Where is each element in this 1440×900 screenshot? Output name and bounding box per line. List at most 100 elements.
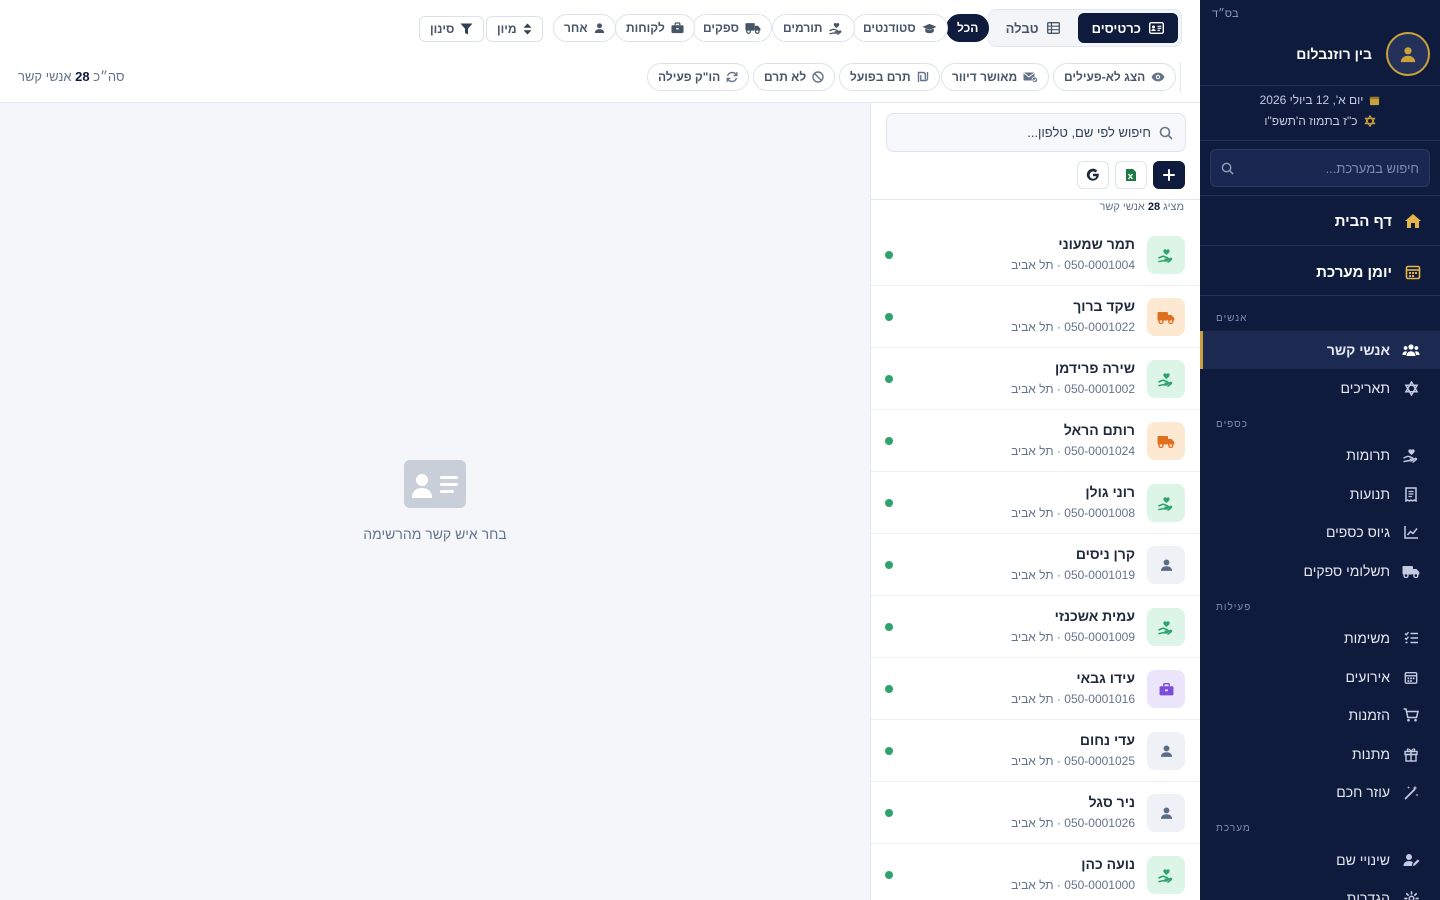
sidebar-item-contacts[interactable]: אנשי קשר (1200, 331, 1440, 369)
sidebar-top-label: בס״ד (1212, 8, 1239, 20)
sidebar-item-events[interactable]: אירועים (1200, 658, 1440, 696)
divider (1200, 295, 1440, 296)
plus-icon (1163, 169, 1175, 181)
chip-standing-order[interactable]: הו"ק פעילה (647, 63, 750, 91)
google-icon (1086, 168, 1099, 181)
receipt-icon (1402, 485, 1420, 503)
type-filter-suppliers[interactable]: ספקים (692, 14, 772, 42)
user-icon (1160, 559, 1172, 571)
sidebar-item-label: שינויי שם (1336, 852, 1390, 868)
ban-icon (812, 71, 824, 83)
type-filter-students[interactable]: סטודנטים (852, 14, 948, 42)
contact-row[interactable]: שירה פרידמן 050-0001002 · תל אביב (871, 348, 1200, 410)
sidebar-item-gifts[interactable]: מתנות (1200, 735, 1440, 773)
contacts-search[interactable] (886, 113, 1186, 152)
magic-wand-icon (1402, 783, 1420, 801)
contact-type-badge (1147, 794, 1185, 832)
contact-row[interactable]: עידו גבאי 050-0001016 · תל אביב (871, 658, 1200, 720)
contact-row[interactable]: ניר סגל 050-0001026 · תל אביב (871, 782, 1200, 844)
calendar-icon (1402, 668, 1420, 686)
contact-row[interactable]: עמית אשכנזי 050-0001009 · תל אביב (871, 596, 1200, 658)
chip-label: מאושר דיוור (952, 70, 1018, 84)
contact-type-badge (1147, 670, 1185, 708)
sidebar-item-smart-helper[interactable]: עוזר חכם (1200, 773, 1440, 811)
contact-row[interactable]: עדי נחום 050-0001025 · תל אביב (871, 720, 1200, 782)
empty-state-text: בחר איש קשר מהרשימה (363, 526, 507, 542)
user-icon (594, 23, 604, 33)
chip-label: תורמים (783, 21, 823, 35)
sidebar-item-fundraising[interactable]: גיוס כספים (1200, 513, 1440, 551)
divider (1200, 140, 1440, 141)
active-status-dot (885, 251, 893, 259)
export-excel-button[interactable] (1115, 161, 1147, 189)
contact-row[interactable]: רותם הראל 050-0001024 · תל אביב (871, 410, 1200, 472)
type-filter-all[interactable]: הכל (946, 14, 990, 42)
contacts-search-input[interactable] (899, 125, 1151, 140)
truck-icon (1402, 562, 1420, 580)
type-filter-donors[interactable]: תורמים (772, 14, 855, 42)
sidebar-item-home[interactable]: דף הבית (1200, 201, 1440, 241)
chip-donated[interactable]: תרם בפועל (839, 63, 940, 91)
type-filter-customers[interactable]: לקוחות (615, 14, 695, 42)
type-filter-other[interactable]: אחר (553, 14, 616, 42)
briefcase-icon (1159, 682, 1173, 695)
sidebar-item-settings[interactable]: הגדרות (1200, 879, 1440, 900)
sidebar-item-dates[interactable]: תאריכים (1200, 369, 1440, 407)
view-table-button[interactable]: טבלה (992, 13, 1074, 43)
active-status-dot (885, 809, 893, 817)
sidebar-item-donations[interactable]: תרומות (1200, 436, 1440, 474)
sidebar-item-label: הגדרות (1346, 890, 1390, 900)
cart-icon (1402, 706, 1420, 724)
section-label-system: מערכת (1216, 823, 1251, 834)
truck-icon (1157, 435, 1175, 448)
contact-row[interactable]: רוני גולן 050-0001008 · תל אביב (871, 472, 1200, 534)
divider (1180, 62, 1181, 92)
sort-button[interactable]: מיון (486, 16, 543, 42)
contact-name: קרן ניסים (1075, 546, 1135, 562)
divider (871, 199, 1200, 200)
sort-icon (523, 23, 532, 35)
filter-button[interactable]: סינון (419, 16, 485, 42)
sort-label: מיון (497, 22, 517, 36)
contact-details: 050-0001026 · תל אביב (1011, 816, 1135, 830)
sidebar-item-tasks[interactable]: משימות (1200, 619, 1440, 657)
id-card-icon (404, 460, 466, 508)
sidebar-item-journal[interactable]: יומן מערכת (1200, 252, 1440, 292)
chip-mail-approved[interactable]: מאושר דיוור (941, 63, 1050, 91)
contact-list: תמר שמעוני 050-0001004 · תל אביב שקד ברוך 0… (871, 224, 1200, 900)
excel-file-icon (1126, 169, 1136, 181)
google-sync-button[interactable] (1077, 161, 1109, 189)
contact-name: תמר שמעוני (1058, 236, 1135, 252)
sidebar-item-supplier-payments[interactable]: תשלומי ספקים (1200, 552, 1440, 590)
contact-row[interactable]: נועה כהן 050-0001000 · תל אביב (871, 844, 1200, 900)
search-icon (1159, 126, 1173, 140)
system-search[interactable] (1210, 149, 1430, 187)
chip-label: ספקים (703, 21, 739, 35)
contact-type-badge (1147, 360, 1185, 398)
chip-show-inactive[interactable]: הצג לא-פעילים (1053, 63, 1177, 91)
contact-details: 050-0001000 · תל אביב (1011, 878, 1135, 892)
sidebar-item-orders[interactable]: הזמנות (1200, 696, 1440, 734)
contact-details: 050-0001022 · תל אביב (1011, 320, 1135, 334)
add-contact-button[interactable] (1153, 161, 1185, 189)
table-icon (1046, 22, 1060, 34)
list-check-icon (1402, 629, 1420, 647)
contact-name: רוני גולן (1085, 484, 1135, 500)
filter-label: סינון (430, 22, 455, 36)
filter-icon (460, 23, 473, 35)
contact-details: 050-0001024 · תל אביב (1011, 444, 1135, 458)
contact-details: 050-0001008 · תל אביב (1011, 506, 1135, 520)
sidebar-item-name-changes[interactable]: שינויי שם (1200, 841, 1440, 879)
user-icon (1160, 807, 1172, 819)
sidebar-item-transactions[interactable]: תנועות (1200, 475, 1440, 513)
avatar[interactable] (1386, 32, 1430, 76)
contact-row[interactable]: תמר שמעוני 050-0001004 · תל אביב (871, 224, 1200, 286)
contact-row[interactable]: שקד ברוך 050-0001022 · תל אביב (871, 286, 1200, 348)
chip-not-donated[interactable]: לא תרם (753, 63, 836, 91)
user-profile[interactable]: בין רוזנבלום (1296, 32, 1430, 76)
contact-row[interactable]: קרן ניסים 050-0001019 · תל אביב (871, 534, 1200, 596)
sidebar-item-label: משימות (1344, 630, 1390, 646)
system-search-input[interactable] (1240, 160, 1419, 176)
contact-details: 050-0001019 · תל אביב (1011, 568, 1135, 582)
view-cards-button[interactable]: כרטיסים (1077, 13, 1178, 43)
